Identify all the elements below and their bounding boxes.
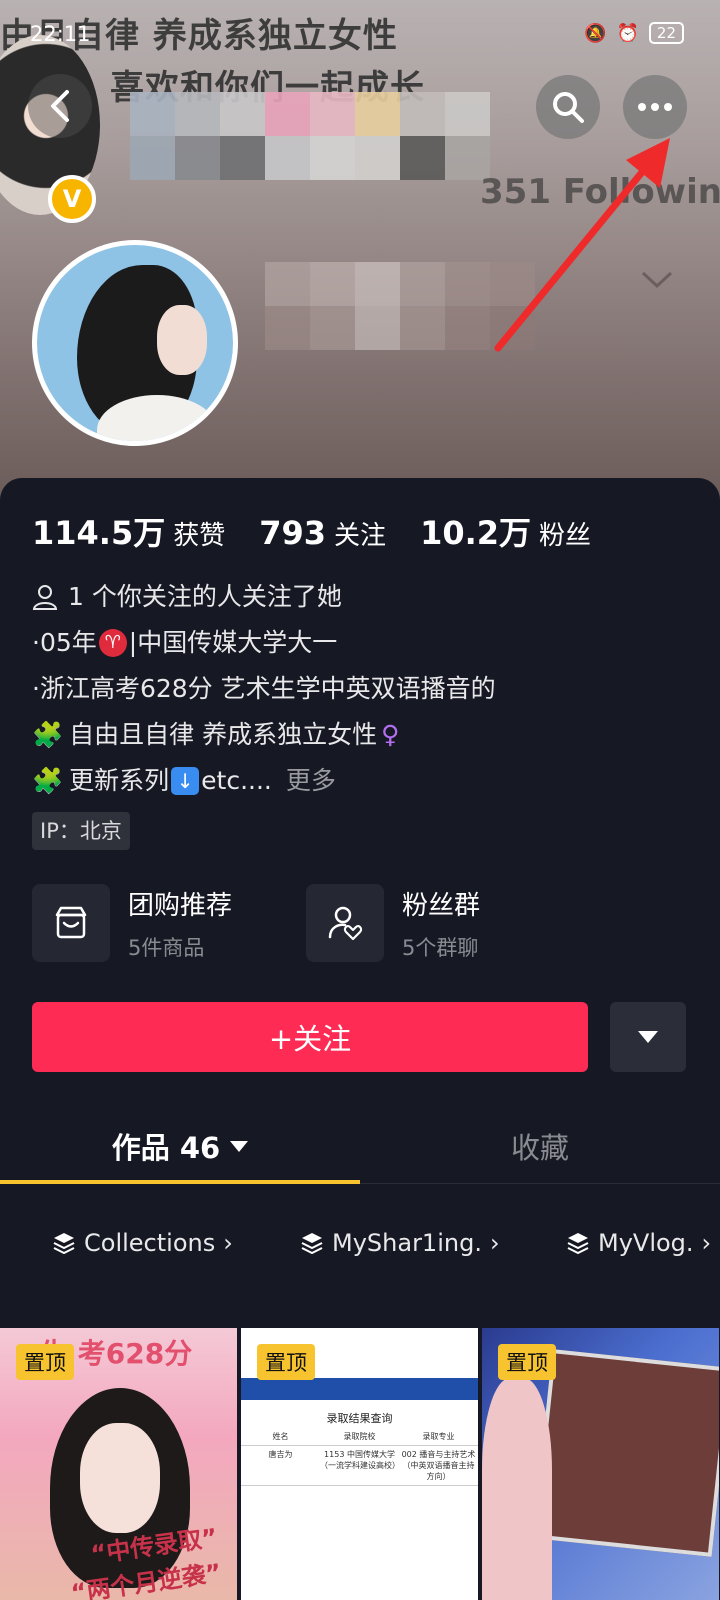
fan-group-icon [306, 884, 384, 962]
fan-group-subtitle: 5个群聊 [402, 935, 479, 960]
table-header: 录取专业 [422, 1432, 455, 1441]
bio-line-2: ·浙江高考628分 艺术生学中英双语播音的 [32, 674, 496, 703]
back-button[interactable] [28, 74, 92, 138]
thumbnail-table: 姓名 录取院校 录取专业 唐吉为 1153 中国传媒大学（一流学科建设高校） 0… [241, 1428, 478, 1486]
bio-line-1-prefix: ·05年 [32, 628, 97, 657]
profile-info-card: 114.5万 获赞 793 关注 10.2万 粉丝 1 个你关注的人关注了她 ·… [0, 478, 720, 1600]
thumbnail-person [482, 1378, 552, 1600]
tab-works[interactable]: 作品 46 [0, 1108, 360, 1184]
down-arrow-icon: ↓ [171, 767, 200, 795]
fan-group-title: 粉丝群 [402, 890, 481, 921]
status-time: 22:11 [30, 22, 91, 46]
status-bar: 22:11 🔕 ⏰ 22 [0, 0, 720, 70]
profile-bio: 1 个你关注的人关注了她 ·05年 ♈ |中国传媒大学大一 ·浙江高考628分 … [32, 574, 692, 853]
bio-line-3: 🧩 自由且自律 养成系独立女性 ♀ [32, 712, 692, 758]
alarm-icon: ⏰ [616, 22, 639, 44]
pinned-badge: 置顶 [16, 1344, 74, 1380]
following-count[interactable]: 793 [259, 514, 326, 552]
chevron-right-icon: › [701, 1229, 712, 1257]
collection-chip[interactable]: Collections › [52, 1229, 233, 1257]
collection-chip[interactable]: MyShar1ing. › [300, 1229, 500, 1257]
layers-icon [301, 1233, 323, 1255]
bio-line-4-prefix: 更新系列 [69, 766, 170, 795]
aries-icon: ♈ [98, 629, 127, 657]
thumbnail-table-title: 录取结果查询 [326, 1412, 393, 1425]
caret-down-icon [230, 1140, 249, 1152]
profile-cover: 由且自律 养成系独立女性 喜欢和你们一起成长 351 Following 120… [0, 0, 720, 500]
profile-tabs: 作品 46 收藏 [0, 1108, 720, 1184]
person-icon [32, 585, 58, 610]
followers-count[interactable]: 10.2万 [420, 508, 531, 554]
video-thumbnail[interactable]: 置顶 [482, 1328, 719, 1600]
collections-row: Collections › MyShar1ing. › MyVlog. › [0, 1216, 720, 1270]
thumbnail-screen [532, 1349, 719, 1557]
back-arrow-icon [51, 90, 69, 122]
table-cell: 002 播音与主持艺术（中英双语播音主持方向） [401, 1450, 476, 1481]
mutual-follow-line[interactable]: 1 个你关注的人关注了她 [32, 574, 692, 620]
puzzle-icon: 🧩 [32, 766, 64, 795]
table-header: 姓名 [272, 1432, 289, 1441]
bio-line-1-suffix: |中国传媒大学大一 [128, 628, 338, 657]
bio-line-4-suffix: etc.... [201, 766, 272, 795]
collection-chip[interactable]: MyVlog. › [566, 1229, 711, 1257]
bio-line-3-text: 自由且自律 养成系独立女性 [69, 720, 378, 749]
female-sign-icon: ♀ [381, 720, 400, 749]
active-tab-indicator [0, 1180, 360, 1184]
bio-more-link[interactable]: 更多 [286, 758, 336, 804]
more-horizontal-icon [638, 103, 672, 111]
bio-line-1: ·05年 ♈ |中国传媒大学大一 [32, 620, 692, 666]
likes-label[interactable]: 获赞 [173, 515, 225, 552]
verified-badge-icon: V [48, 175, 96, 223]
chevron-right-icon: › [223, 1229, 233, 1257]
video-grid: 置顶 生 考628分 “中传录取” “两个月逆袭” 置顶 录取结果查询 姓名 录… [0, 1328, 720, 1600]
following-label[interactable]: 关注 [334, 515, 386, 552]
collection-label: MyVlog. [598, 1229, 694, 1257]
fan-group-entry[interactable]: 粉丝群 5个群聊 [306, 884, 480, 962]
follow-button[interactable]: +关注 [32, 1002, 588, 1072]
status-icons: 🔕 ⏰ 22 [584, 22, 684, 44]
mutual-follow-text: 1 个你关注的人关注了她 [68, 582, 342, 611]
pinned-badge: 置顶 [498, 1344, 556, 1380]
shop-icon [32, 884, 110, 962]
pinned-badge: 置顶 [257, 1344, 315, 1380]
collection-label: MyShar1ing. [332, 1229, 482, 1257]
group-buy-entry[interactable]: 团购推荐 5件商品 [32, 884, 232, 962]
ip-location-tag: IP：北京 [32, 812, 130, 850]
layers-icon [567, 1233, 589, 1255]
search-icon [553, 92, 584, 123]
tab-works-label: 作品 46 [111, 1131, 221, 1165]
video-thumbnail[interactable]: 置顶 录取结果查询 姓名 录取院校 录取专业 唐吉为 1153 中国传媒大学（一… [241, 1328, 478, 1600]
blurred-username [130, 92, 490, 180]
profile-stats: 114.5万 获赞 793 关注 10.2万 粉丝 [32, 508, 625, 554]
group-buy-title: 团购推荐 [128, 890, 233, 921]
tab-favorites[interactable]: 收藏 [360, 1108, 720, 1184]
likes-count[interactable]: 114.5万 [32, 508, 165, 554]
battery-icon: 22 [648, 22, 684, 44]
search-button[interactable] [536, 75, 600, 139]
table-header: 录取院校 [343, 1432, 376, 1441]
more-options-button[interactable] [623, 75, 687, 139]
thumbnail-face [80, 1423, 160, 1533]
puzzle-icon: 🧩 [32, 720, 64, 749]
thumbnail-header-bar [241, 1378, 478, 1400]
bio-line-4: 🧩 更新系列 ↓ etc.... 更多 [32, 758, 692, 804]
group-buy-subtitle: 5件商品 [128, 935, 205, 960]
table-cell: 1153 中国传媒大学（一流学科建设高校） [320, 1450, 400, 1470]
mute-icon: 🔕 [584, 22, 607, 44]
table-cell: 唐吉为 [268, 1450, 293, 1459]
video-thumbnail[interactable]: 置顶 生 考628分 “中传录取” “两个月逆袭” [0, 1328, 237, 1600]
annotation-arrow-icon [494, 138, 670, 352]
follow-dropdown-button[interactable] [610, 1002, 686, 1072]
chevron-right-icon: › [489, 1229, 500, 1257]
followers-label[interactable]: 粉丝 [539, 515, 591, 552]
caret-down-icon [638, 1031, 658, 1043]
collection-label: Collections [84, 1229, 216, 1257]
avatar[interactable] [32, 240, 238, 446]
layers-icon [53, 1233, 75, 1255]
